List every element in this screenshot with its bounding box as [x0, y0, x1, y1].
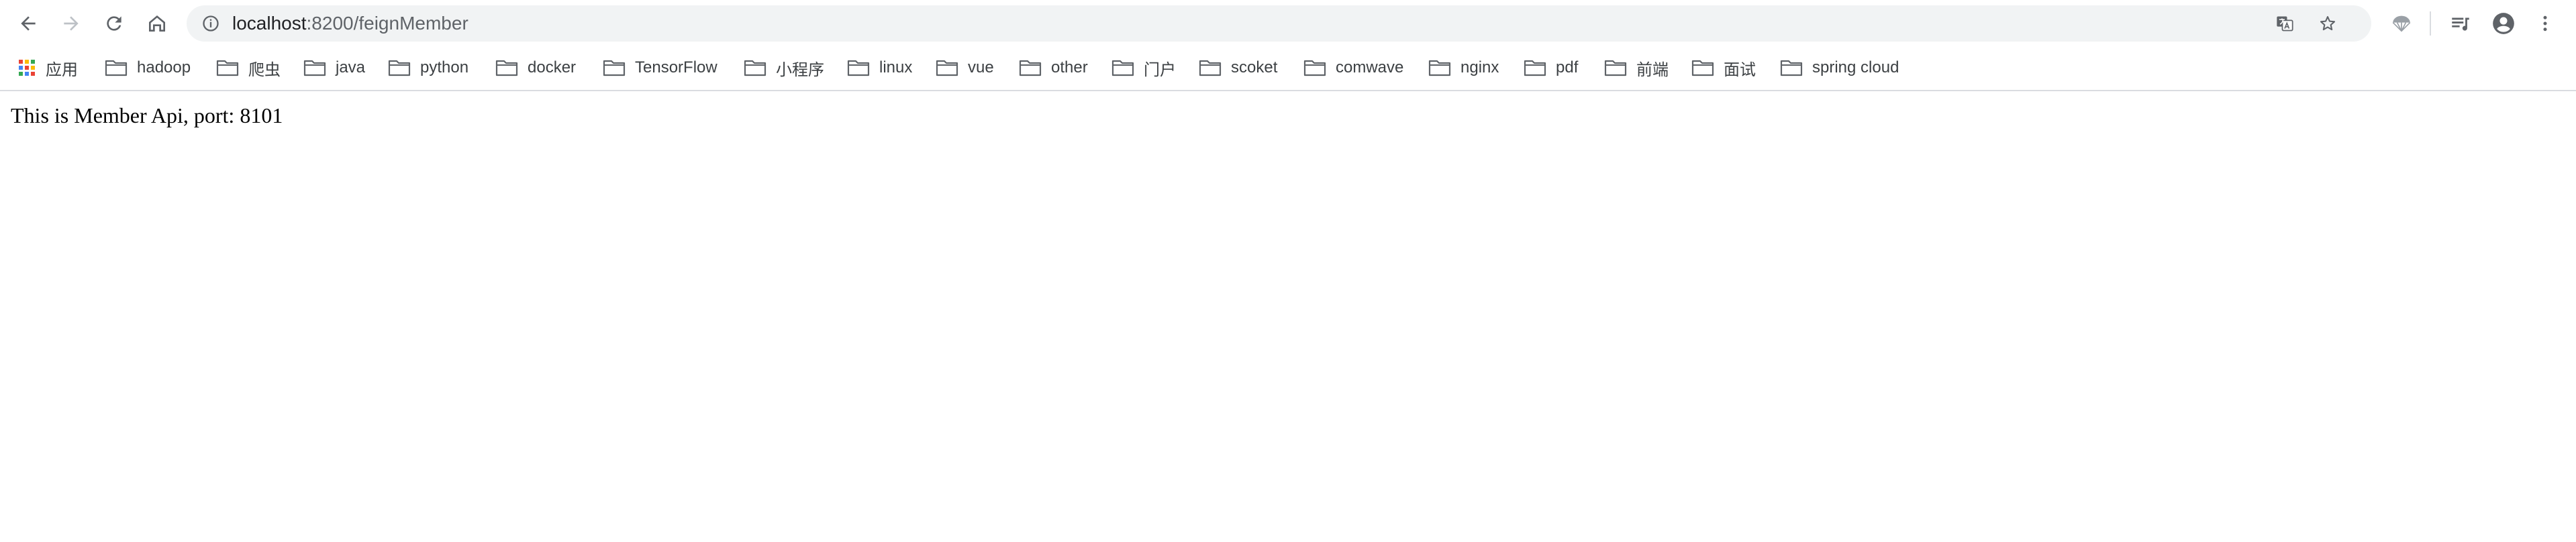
- info-icon[interactable]: [201, 14, 220, 33]
- playlist-music-icon: [2452, 17, 2469, 31]
- bookmark-label: 前端: [1636, 60, 1669, 79]
- extension-button[interactable]: [2387, 9, 2416, 38]
- bookmark-folder-interview[interactable]: 面试: [1691, 52, 1756, 83]
- folder-icon: [936, 60, 958, 76]
- account-circle-icon: [2493, 13, 2514, 34]
- folder-icon: [1111, 60, 1134, 76]
- bookmark-folder-crawler[interactable]: 爬虫: [216, 52, 281, 83]
- home-button[interactable]: [141, 7, 173, 40]
- bookmark-label: 面试: [1724, 60, 1756, 79]
- arrow-right-icon: [64, 16, 79, 31]
- forward-button[interactable]: [55, 7, 87, 40]
- folder-icon: [744, 60, 766, 76]
- bookmark-label: nginx: [1460, 58, 1499, 76]
- bookmark-apps[interactable]: 应用: [19, 52, 78, 83]
- translate-icon[interactable]: [2275, 14, 2294, 33]
- folder-icon: [495, 60, 518, 76]
- url-path: :8200/feignMember: [306, 13, 468, 34]
- bookmark-label: 应用: [46, 60, 78, 79]
- profile-button[interactable]: [2489, 9, 2518, 38]
- folder-icon: [388, 60, 411, 76]
- bookmark-folder-scoket[interactable]: scoket: [1199, 52, 1277, 83]
- folder-icon: [1303, 60, 1326, 76]
- bookmark-label: other: [1051, 58, 1088, 76]
- bookmark-folder-frontend[interactable]: 前端: [1604, 52, 1669, 83]
- bookmark-label: hadoop: [137, 58, 191, 76]
- bookmark-folder-other[interactable]: other: [1019, 52, 1088, 83]
- arrow-left-icon: [21, 16, 36, 31]
- bookmark-label: 爬虫: [248, 60, 281, 79]
- folder-icon: [303, 60, 326, 76]
- menu-button[interactable]: [2530, 9, 2560, 38]
- bookmark-folder-python[interactable]: python: [388, 52, 468, 83]
- bookmark-folder-nginx[interactable]: nginx: [1428, 52, 1499, 83]
- bookmark-folder-pdf[interactable]: pdf: [1524, 52, 1578, 83]
- reload-button[interactable]: [98, 7, 130, 40]
- bookmark-label: spring cloud: [1812, 58, 1899, 76]
- bookmark-label: vue: [968, 58, 994, 76]
- bookmark-folder-portal[interactable]: 门户: [1111, 52, 1176, 83]
- bookmark-folder-tensorflow[interactable]: TensorFlow: [603, 52, 717, 83]
- bookmark-label: scoket: [1231, 58, 1278, 76]
- bookmark-label: pdf: [1556, 58, 1579, 76]
- page-body-text: This is Member Api, port: 8101: [11, 103, 283, 127]
- folder-icon: [1199, 60, 1222, 76]
- bookmark-folder-java[interactable]: java: [303, 52, 365, 83]
- url-host: localhost: [232, 13, 307, 34]
- star-icon[interactable]: [2318, 14, 2337, 33]
- bookmark-label: docker: [528, 58, 577, 76]
- url-text[interactable]: localhost:8200/feignMember: [232, 5, 468, 42]
- folder-icon: [1691, 60, 1714, 76]
- folder-icon: [847, 60, 870, 76]
- back-button[interactable]: [12, 7, 44, 40]
- bookmark-folder-miniprogram[interactable]: 小程序: [744, 52, 824, 83]
- parachute-icon: [2392, 15, 2411, 32]
- bookmark-folder-vue[interactable]: vue: [936, 52, 994, 83]
- bookmark-folder-docker[interactable]: docker: [495, 52, 576, 83]
- bookmark-label: TensorFlow: [635, 58, 717, 76]
- folder-icon: [216, 60, 239, 76]
- folder-icon: [1604, 60, 1627, 76]
- bookmark-folder-hadoop[interactable]: hadoop: [105, 52, 191, 83]
- media-controls-button[interactable]: [2446, 9, 2475, 38]
- more-vert-icon: [2543, 15, 2547, 32]
- bookmark-label: comwave: [1336, 58, 1404, 76]
- apps-grid-icon: [19, 60, 35, 76]
- bookmark-label: linux: [879, 58, 913, 76]
- reload-icon: [107, 16, 121, 31]
- bookmark-label: 小程序: [776, 60, 824, 79]
- browser-toolbar: localhost:8200/feignMember: [0, 0, 2576, 47]
- bookmark-label: python: [420, 58, 469, 76]
- bookmark-folder-comwave[interactable]: comwave: [1303, 52, 1403, 83]
- folder-icon: [1780, 60, 1803, 76]
- folder-icon: [1524, 60, 1546, 76]
- bookmark-folder-spring-cloud[interactable]: spring cloud: [1780, 52, 1899, 83]
- bookmark-label: java: [336, 58, 366, 76]
- toolbar-divider: [2430, 11, 2431, 36]
- folder-icon: [1428, 60, 1451, 76]
- bookmarks-bar: 应用 hadoop 爬虫 java python docker TensorFl…: [0, 47, 2576, 91]
- folder-icon: [1019, 60, 1042, 76]
- bookmark-folder-linux[interactable]: linux: [847, 52, 912, 83]
- home-icon: [149, 15, 165, 32]
- folder-icon: [603, 60, 626, 76]
- bookmark-label: 门户: [1144, 60, 1176, 79]
- folder-icon: [105, 60, 128, 76]
- address-bar[interactable]: localhost:8200/feignMember: [187, 5, 2371, 42]
